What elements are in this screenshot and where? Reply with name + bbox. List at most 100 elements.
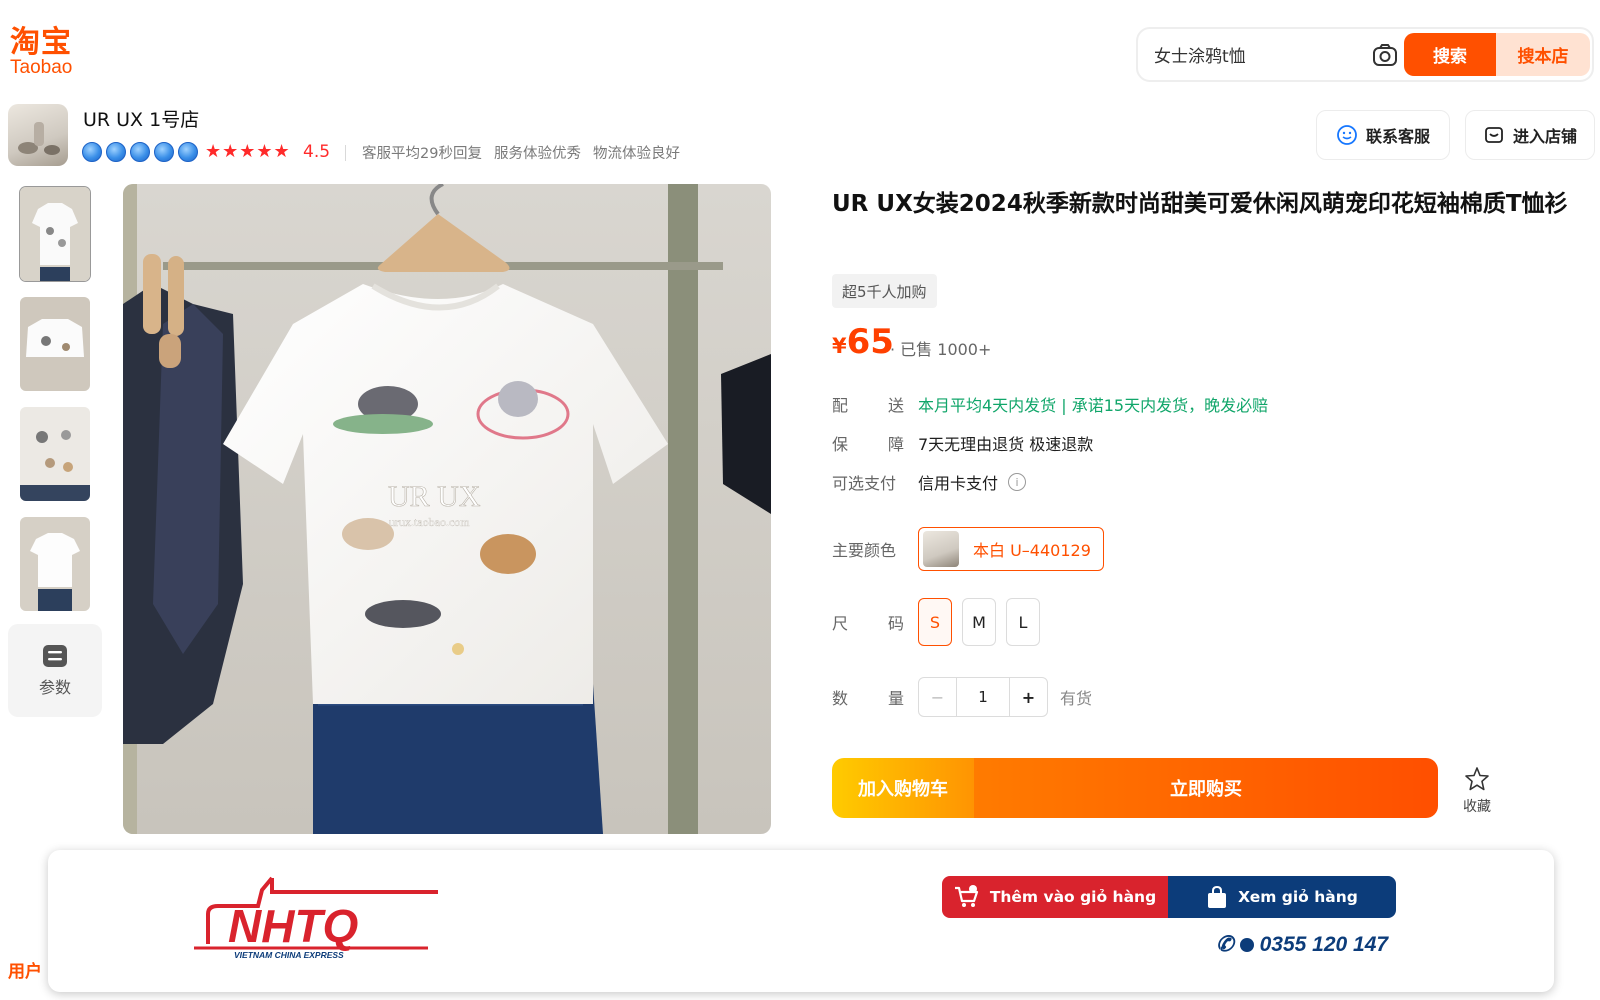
store-name[interactable]: UR UX 1号店 [83, 105, 199, 132]
guarantee-row: 保障 7天无理由退货 极速退款 [832, 431, 1093, 455]
params-label: 参数 [38, 677, 71, 697]
rank-crown-icon [82, 142, 102, 162]
thumbnail-2[interactable] [8, 294, 102, 394]
logo-subtext: VIETNAM CHINA EXPRESS [234, 950, 344, 960]
search-button[interactable]: 搜索 [1404, 33, 1496, 76]
rank-crown-icon [130, 142, 150, 162]
chat-smile-icon [1337, 125, 1357, 145]
store-icon [1485, 127, 1503, 143]
color-swatch-image [923, 531, 959, 567]
logo-en: Taobao [10, 57, 73, 78]
thumbnail-image [20, 517, 90, 611]
size-option-s[interactable]: S [918, 598, 952, 646]
price-currency: ¥ [832, 334, 847, 358]
search-bar: 搜索 搜本店 [1136, 27, 1594, 82]
rank-crown-icon [178, 142, 198, 162]
quantity-stepper: − 1 + [918, 677, 1048, 717]
buy-now-button[interactable]: 立即购买 [974, 758, 1438, 818]
shipping-label: 配送 [832, 396, 904, 415]
banner-view-cart-label: Xem giỏ hàng [1238, 888, 1358, 906]
logo-cn: 淘宝 [10, 25, 72, 60]
main-product-image[interactable]: UR UX urux.taobao.com [123, 184, 771, 834]
shipping-value[interactable]: 本月平均4天内发货 | 承诺15天内发货，晚发必赔 [918, 392, 1268, 416]
cart-plus-icon [954, 885, 978, 907]
thumbnail-image [20, 187, 90, 281]
search-input[interactable] [1154, 44, 1364, 65]
quantity-row: 数量 − 1 + 有货 [832, 677, 1092, 717]
banner-view-cart-button[interactable]: Xem giỏ hàng [1168, 876, 1396, 918]
taobao-logo[interactable]: 淘宝 Taobao [10, 26, 100, 82]
guarantee-value: 7天无理由退货 极速退款 [918, 435, 1094, 454]
rating-stars-icon: ★★★★★ [205, 141, 291, 162]
user-link[interactable]: 用户 [8, 957, 42, 982]
rank-crown-icon [154, 142, 174, 162]
hotline[interactable]: ✆ 0355 120 147 [1216, 932, 1388, 957]
price: ¥65 [832, 322, 894, 362]
color-option-label: 本白 U–440129 [973, 541, 1091, 560]
shopping-bag-icon [1208, 885, 1227, 908]
nhtq-logo[interactable]: NHTQ VIETNAM CHINA EXPRESS [188, 872, 438, 960]
guarantee-label: 保障 [832, 435, 904, 454]
thumbnail-4[interactable] [8, 514, 102, 614]
thumbnail-3[interactable] [8, 404, 102, 504]
store-avatar-image [18, 122, 60, 155]
banner-add-to-cart-label: Thêm vào giỏ hàng [989, 888, 1157, 906]
payment-label: 可选支付 [832, 474, 897, 493]
size-option-l[interactable]: L [1006, 598, 1040, 646]
banner-add-to-cart-button[interactable]: Thêm vào giỏ hàng [942, 876, 1168, 918]
phone-icon: ✆ [1216, 933, 1234, 956]
color-option-selected[interactable]: 本白 U–440129 [918, 527, 1104, 571]
rank-crown-icon [106, 142, 126, 162]
watermark-brand: UR UX [388, 480, 481, 513]
product-title: UR UX女装2024秋季新款时尚甜美可爱休闲风萌宠印花短袖棉质T恤衫 [832, 191, 1568, 217]
hotline-number: 0355 120 147 [1259, 932, 1389, 956]
divider [345, 144, 346, 161]
size-label: 尺码 [832, 614, 904, 633]
contact-service-label: 联系客服 [1365, 127, 1430, 146]
price-value: 65 [846, 322, 894, 362]
store-avatar[interactable] [8, 104, 68, 166]
quantity-label: 数量 [832, 689, 904, 708]
camera-icon[interactable] [1371, 41, 1399, 69]
watermark-url: urux.taobao.com [389, 515, 470, 529]
params-icon [43, 644, 67, 667]
shipping-row: 配送 本月平均4天内发货 | 承诺15天内发货，晚发必赔 [832, 392, 1268, 416]
quantity-increment-button[interactable]: + [1009, 678, 1047, 716]
store-rating: 4.5 [303, 142, 331, 162]
store-meta: 客服平均29秒回复 服务体验优秀 物流体验良好 [345, 142, 680, 163]
product-photo: UR UX urux.taobao.com [123, 184, 771, 834]
params-button[interactable]: 参数 [8, 624, 102, 717]
info-icon[interactable]: i [1008, 473, 1027, 491]
payment-row: 可选支付 信用卡支付 i [832, 470, 1027, 494]
logo-text: NHTQ [228, 900, 359, 952]
star-outline-icon [1465, 767, 1489, 791]
size-option-m[interactable]: M [962, 598, 996, 646]
popularity-tag: 超5千人加购 [832, 274, 937, 308]
payment-value: 信用卡支付 [918, 474, 999, 493]
add-to-cart-button[interactable]: 加入购物车 [832, 758, 974, 818]
color-label: 主要颜色 [832, 541, 897, 560]
zalo-icon [1239, 937, 1254, 952]
size-row: 尺码 S M L [832, 598, 1050, 646]
sold-count: · 已售 1000+ [890, 340, 992, 359]
enter-store-button[interactable]: 进入店铺 [1465, 110, 1595, 160]
store-meta-service: 服务体验优秀 [493, 146, 581, 162]
quantity-decrement-button[interactable]: − [919, 678, 957, 716]
store-meta-logistics: 物流体验良好 [592, 146, 680, 162]
thumbnail-image [20, 297, 90, 391]
enter-store-label: 进入店铺 [1512, 127, 1577, 146]
search-store-button[interactable]: 搜本店 [1496, 33, 1590, 76]
favorite-button[interactable]: 收藏 [1459, 766, 1495, 816]
stock-status: 有货 [1060, 689, 1093, 708]
color-row: 主要颜色 本白 U–440129 [832, 527, 1104, 571]
thumbnail-1[interactable] [8, 184, 102, 284]
thumbnail-list: 参数 [8, 184, 102, 717]
quantity-input[interactable]: 1 [957, 678, 1009, 716]
contact-service-button[interactable]: 联系客服 [1316, 110, 1450, 160]
banner-buttons: Thêm vào giỏ hàng Xem giỏ hàng [942, 876, 1396, 918]
nhtq-banner: NHTQ VIETNAM CHINA EXPRESS Thêm vào giỏ … [48, 850, 1554, 992]
store-meta-reply: 客服平均29秒回复 [362, 146, 482, 162]
thumbnail-image [20, 407, 90, 501]
store-rank-icons [82, 142, 198, 162]
favorite-label: 收藏 [1463, 799, 1491, 815]
